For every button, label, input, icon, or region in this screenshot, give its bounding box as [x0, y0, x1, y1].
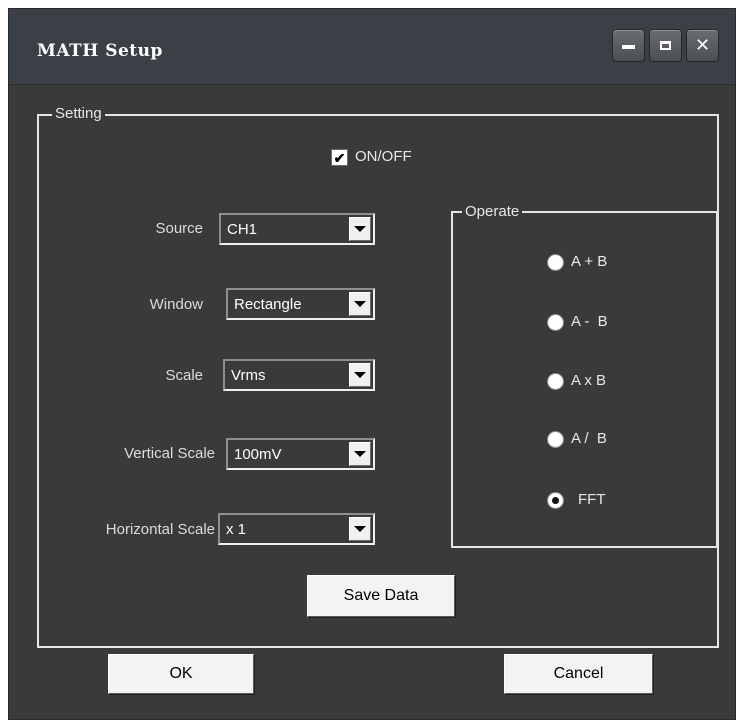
- operate-label-fft: FFT: [578, 491, 606, 508]
- window-select[interactable]: Rectangle: [226, 288, 375, 320]
- chevron-down-icon: [354, 372, 366, 378]
- operate-radio-multiply[interactable]: [547, 373, 564, 390]
- chevron-down-icon: [354, 526, 366, 532]
- operate-radio-fft[interactable]: [547, 492, 564, 509]
- close-icon: ✕: [694, 34, 711, 56]
- minimize-button[interactable]: [612, 29, 645, 62]
- save-data-button[interactable]: Save Data: [307, 575, 455, 617]
- chevron-down-icon: [354, 226, 366, 232]
- chevron-down-icon: [354, 451, 366, 457]
- source-select[interactable]: CH1: [219, 213, 375, 245]
- ok-button[interactable]: OK: [108, 654, 254, 694]
- operate-label-add: A + B: [571, 253, 608, 270]
- setting-legend: Setting: [52, 106, 105, 122]
- vertical-scale-value: 100mV: [234, 446, 282, 463]
- vertical-scale-select[interactable]: 100mV: [226, 438, 375, 470]
- source-dropdown-button[interactable]: [349, 217, 371, 241]
- vertical-scale-label: Vertical Scale: [124, 445, 215, 462]
- checkmark-icon: ✔: [333, 149, 346, 166]
- horizontal-scale-label: Horizontal Scale: [105, 521, 215, 538]
- operate-radio-add[interactable]: [547, 254, 564, 271]
- onoff-label: ON/OFF: [355, 148, 412, 165]
- operate-radio-subtract[interactable]: [547, 314, 564, 331]
- window-dropdown-button[interactable]: [349, 292, 371, 316]
- operate-label-subtract: A - B: [571, 313, 608, 330]
- minimize-icon: [622, 45, 635, 49]
- scale-dropdown-button[interactable]: [349, 363, 371, 387]
- vertical-scale-dropdown-button[interactable]: [349, 442, 371, 466]
- scale-value: Vrms: [231, 367, 266, 384]
- source-value: CH1: [227, 221, 258, 238]
- maximize-icon: [660, 41, 671, 50]
- operate-legend: Operate: [462, 204, 523, 220]
- scale-select[interactable]: Vrms: [223, 359, 375, 391]
- title-bar[interactable]: MATH Setup ✕: [9, 9, 735, 85]
- onoff-checkbox[interactable]: ✔: [331, 149, 348, 166]
- horizontal-scale-dropdown-button[interactable]: [349, 517, 371, 541]
- operate-label-divide: A / B: [571, 430, 607, 447]
- window-title: MATH Setup: [37, 41, 163, 61]
- close-button[interactable]: ✕: [686, 29, 719, 62]
- maximize-button[interactable]: [649, 29, 682, 62]
- source-label: Source: [155, 220, 203, 237]
- operate-label-multiply: A x B: [571, 372, 607, 389]
- operate-radio-divide[interactable]: [547, 431, 564, 448]
- window-label: Window: [149, 296, 203, 313]
- scale-label: Scale: [165, 367, 203, 384]
- horizontal-scale-select[interactable]: x 1: [218, 513, 375, 545]
- math-setup-dialog: MATH Setup ✕ Setting ✔ ON/OFF Source CH1…: [8, 8, 736, 720]
- horizontal-scale-value: x 1: [226, 521, 247, 538]
- cancel-button[interactable]: Cancel: [504, 654, 653, 694]
- window-value: Rectangle: [234, 296, 302, 313]
- chevron-down-icon: [354, 301, 366, 307]
